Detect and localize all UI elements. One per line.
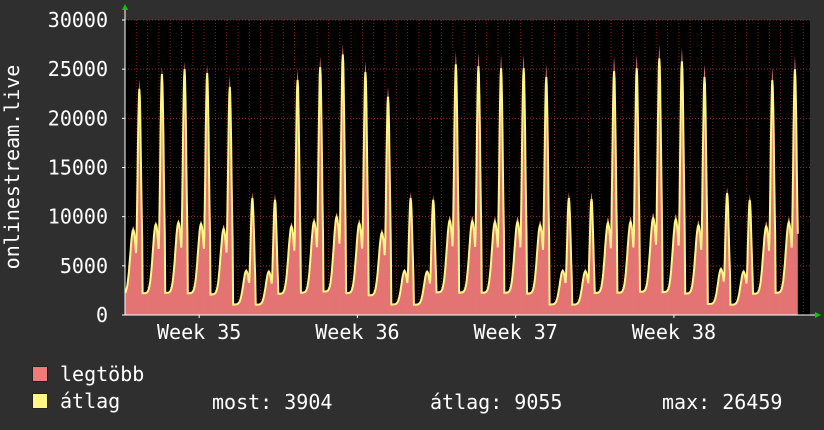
x-tick-label-1: Week 36 xyxy=(315,320,399,344)
y-tick-label-4: 20000 xyxy=(48,106,108,130)
y-tick-label-5: 25000 xyxy=(48,57,108,81)
y-tick-label-1: 5000 xyxy=(60,254,108,278)
x-tick-labels: Week 35 Week 36 Week 37 Week 38 xyxy=(157,320,716,344)
chart-canvas: 0 5000 10000 15000 20000 25000 30000 Week 35 We… xyxy=(0,0,824,430)
legend-item-atlag: átlag xyxy=(32,389,121,413)
y-tick-label-0: 0 xyxy=(96,303,108,327)
legend-label-atlag: átlag xyxy=(60,389,121,413)
y-axis-label: onlinestream.live xyxy=(0,65,24,270)
legend-swatch-legtobb xyxy=(32,366,48,382)
x-tick-label-0: Week 35 xyxy=(157,320,241,344)
y-tick-label-3: 15000 xyxy=(48,156,108,180)
legend-item-legtobb: legtöbb xyxy=(32,362,145,386)
y-axis-arrow xyxy=(122,4,128,10)
legend-label-legtobb: legtöbb xyxy=(60,362,145,386)
stat-atlag: átlag: 9055 xyxy=(430,390,563,414)
y-tick-labels: 0 5000 10000 15000 20000 25000 30000 xyxy=(48,8,108,327)
x-axis-arrow xyxy=(815,312,821,318)
chart: 050001000015000200002500030000 Week 35 We… xyxy=(0,4,821,344)
y-tick-label-2: 10000 xyxy=(48,205,108,229)
stat-max: max: 26459 xyxy=(662,390,783,414)
legend-swatch-atlag xyxy=(32,393,48,409)
x-tick-label-3: Week 38 xyxy=(632,320,716,344)
stat-most: most: 3904 xyxy=(212,390,333,414)
x-tick-label-2: Week 37 xyxy=(474,320,558,344)
y-tick-label-6: 30000 xyxy=(48,8,108,32)
